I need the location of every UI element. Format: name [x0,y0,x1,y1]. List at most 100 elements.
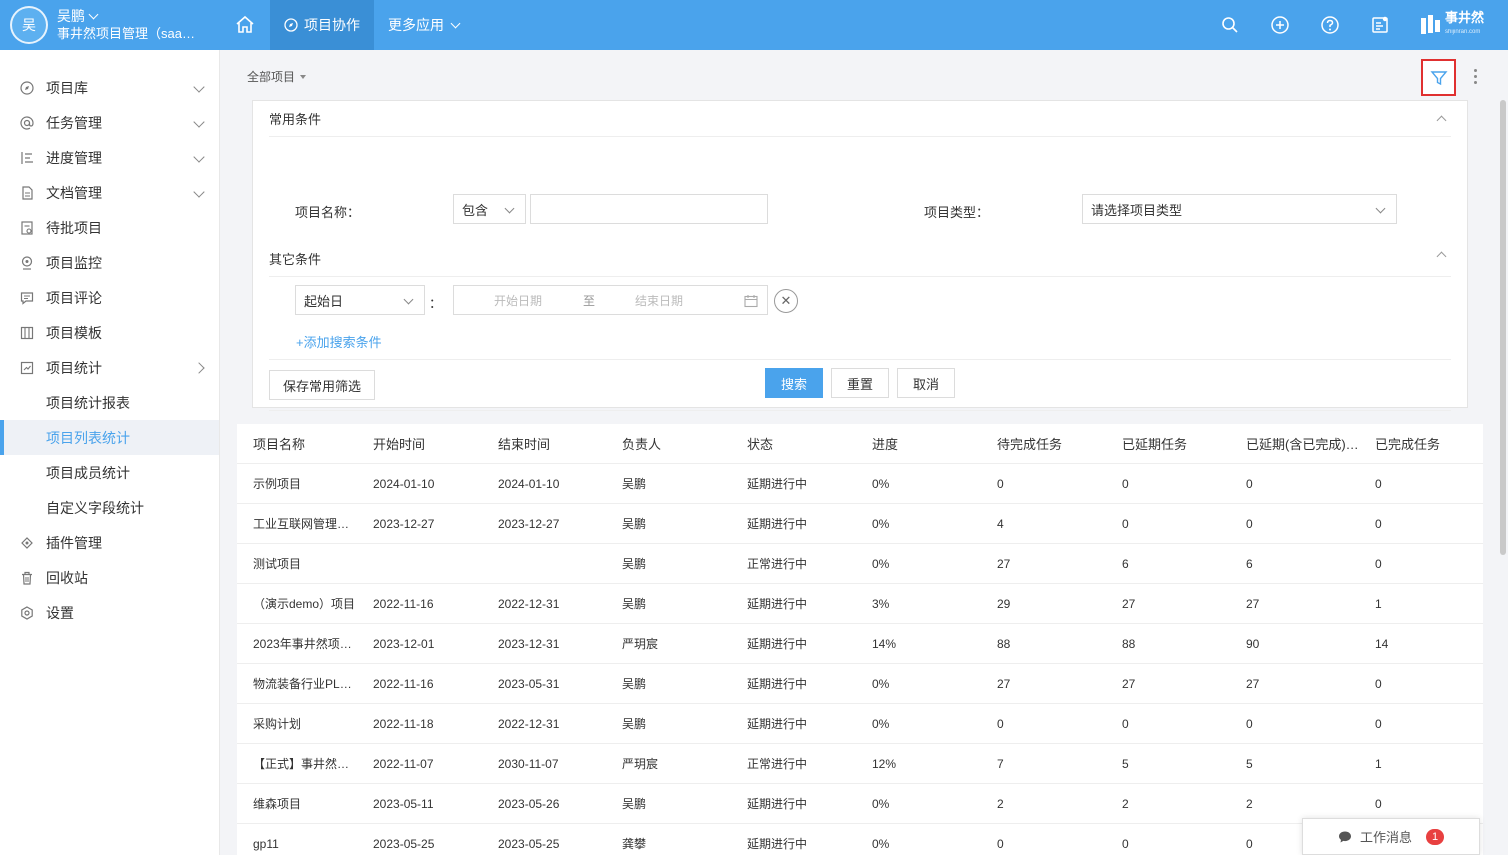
column-header[interactable]: 状态 [731,434,856,453]
sidebar-item-progress-management[interactable]: 进度管理 [0,140,219,175]
date-field-select[interactable]: 起始日 [295,285,425,315]
common-conditions-header[interactable]: 常用条件 [269,101,1451,137]
start-date-input[interactable]: 开始日期 [494,292,542,309]
table-row[interactable]: 采购计划 2022-11-18 2022-12-31 吴鹏 延期进行中 0% 0 0 0 0 [237,704,1483,744]
table-cell: 0 [1375,516,1382,531]
table-cell: 吴鹏 [622,797,647,811]
table-cell[interactable]: 维森项目 [237,795,357,812]
table-cell: 2023-05-25 [498,836,560,851]
other-conditions-header[interactable]: 其它条件 [269,241,1451,277]
table-cell: 0% [872,796,890,811]
table-cell[interactable]: 2023年事井然项目计划 [237,635,357,652]
table-cell: 0% [872,516,890,531]
column-header[interactable]: 已延期(含已完成)任务 [1230,434,1359,453]
user-name[interactable]: 吴鹏 [57,7,85,25]
table-row[interactable]: 测试项目 吴鹏 正常进行中 0% 27 6 6 0 [237,544,1483,584]
sidebar-item-pending-approval[interactable]: 待批项目 [0,210,219,245]
table-cell[interactable]: 测试项目 [237,555,357,572]
nav-more-apps[interactable]: 更多应用 [374,0,473,50]
end-date-input[interactable]: 结束日期 [635,292,683,309]
column-header[interactable]: 项目名称 [237,434,357,453]
table-cell: 正常进行中 [747,557,808,571]
table-row[interactable]: 维森项目 2023-05-11 2023-05-26 吴鹏 延期进行中 0% 2 2 2 0 [237,784,1483,824]
table-cell[interactable]: gp11 [237,837,357,851]
sidebar-sub-custom-field-stats[interactable]: 自定义字段统计 [0,490,219,525]
table-cell: 27 [1246,596,1260,611]
table-cell: 0 [1246,516,1253,531]
table-cell[interactable]: 采购计划 [237,715,357,732]
table-row[interactable]: gp112023-05-252023-05-25龚攀延期进行中0%0000 [237,824,1483,855]
table-cell: 0% [872,836,890,851]
chevron-up-icon[interactable] [1436,251,1447,262]
org-name: 事井然项目管理（saas版） [57,26,199,41]
column-header[interactable]: 进度 [856,434,981,453]
table-row[interactable]: 物流装备行业PLM项目 2022-11-16 2023-05-31 吴鹏 延期进行中 0%… [237,664,1483,704]
table-cell[interactable]: 示例项目 [237,475,357,492]
sidebar-item-project-stats[interactable]: 项目统计 [0,350,219,385]
table-cell: 2022-11-18 [373,716,434,731]
avatar[interactable]: 吴 [10,6,48,44]
remove-condition-button[interactable]: ✕ [774,289,798,313]
sidebar-item-recycle-bin[interactable]: 回收站 [0,560,219,595]
name-operator-select[interactable]: 包含 [453,194,526,224]
calendar-icon [744,295,758,308]
column-header[interactable]: 待完成任务 [981,434,1106,453]
add-search-condition-link[interactable]: +添加搜索条件 [296,332,382,351]
filter-button[interactable] [1421,59,1456,96]
project-type-select[interactable]: 请选择项目类型 [1082,194,1397,224]
table-cell: 0 [997,716,1004,731]
table-cell: 88 [997,636,1011,651]
chat-bubble-icon [1338,831,1351,842]
document-icon [20,185,34,200]
table-row[interactable]: 2023年事井然项目计划 2023-12-01 2023-12-31 严玥宸 延期进行中… [237,624,1483,664]
table-cell[interactable]: （演示demo）项目 [237,595,357,612]
home-button[interactable] [220,0,270,50]
search-button[interactable] [1205,0,1255,50]
table-row[interactable]: 【正式】事井然项目 2022-11-07 2030-11-07 严玥宸 正常进行中 12%… [237,744,1483,784]
message-count-badge: 1 [1426,828,1444,845]
nav-project-collab[interactable]: 项目协作 [270,0,374,50]
sidebar-item-settings[interactable]: 设置 [0,595,219,630]
sidebar-sub-stats-report[interactable]: 项目统计报表 [0,385,219,420]
sidebar-sub-member-stats[interactable]: 项目成员统计 [0,455,219,490]
user-menu[interactable]: 吴 吴鹏 事井然项目管理（saas版） [0,0,220,50]
work-messages-button[interactable]: 工作消息 1 [1302,818,1480,855]
column-header[interactable]: 已延期任务 [1106,434,1230,453]
column-header[interactable]: 负责人 [606,434,731,453]
column-header[interactable]: 开始时间 [357,434,482,453]
column-header[interactable]: 结束时间 [482,434,606,453]
notice-button[interactable] [1355,0,1405,50]
help-button[interactable] [1305,0,1355,50]
sidebar-item-project-monitor[interactable]: 项目监控 [0,245,219,280]
sidebar-item-project-templates[interactable]: 项目模板 [0,315,219,350]
sidebar-sub-list-stats[interactable]: 项目列表统计 [0,420,219,455]
add-button[interactable] [1255,0,1305,50]
sidebar-item-project-comments[interactable]: 项目评论 [0,280,219,315]
project-name-input[interactable] [530,194,768,224]
table-cell: 严玥宸 [622,637,659,651]
page-scrollbar[interactable] [1500,100,1506,555]
notice-icon [1372,16,1388,33]
table-row[interactable]: 示例项目 2024-01-10 2024-01-10 吴鹏 延期进行中 0% 0 0 0 0 [237,464,1483,504]
search-button[interactable]: 搜索 [765,368,823,398]
breadcrumb[interactable]: 全部项目 [247,68,307,85]
sidebar-item-plugin-management[interactable]: 插件管理 [0,525,219,560]
table-cell: 0% [872,556,890,571]
save-filter-button[interactable]: 保存常用筛选 [269,370,375,400]
table-row[interactable]: 工业互联网管理平台 2023-12-27 2023-12-27 吴鹏 延期进行中 0% 4 0… [237,504,1483,544]
column-header[interactable]: 已完成任务 [1359,434,1483,453]
sidebar-item-project-library[interactable]: 项目库 [0,70,219,105]
reset-button[interactable]: 重置 [831,368,889,398]
chevron-down-icon[interactable] [88,9,99,19]
table-cell[interactable]: 工业互联网管理平台 [237,515,357,532]
table-cell[interactable]: 【正式】事井然项目 [237,755,357,772]
table-cell[interactable]: 物流装备行业PLM项目 [237,675,357,692]
sidebar-item-document-management[interactable]: 文档管理 [0,175,219,210]
table-cell: 延期进行中 [747,717,808,731]
sidebar-item-task-management[interactable]: 任务管理 [0,105,219,140]
chevron-up-icon[interactable] [1436,115,1447,126]
table-row[interactable]: （演示demo）项目 2022-11-16 2022-12-31 吴鹏 延期进行中 3% 2… [237,584,1483,624]
cancel-button[interactable]: 取消 [897,368,955,398]
date-range-picker[interactable]: 开始日期 至 结束日期 [453,285,768,315]
more-options-button[interactable] [1468,64,1482,88]
